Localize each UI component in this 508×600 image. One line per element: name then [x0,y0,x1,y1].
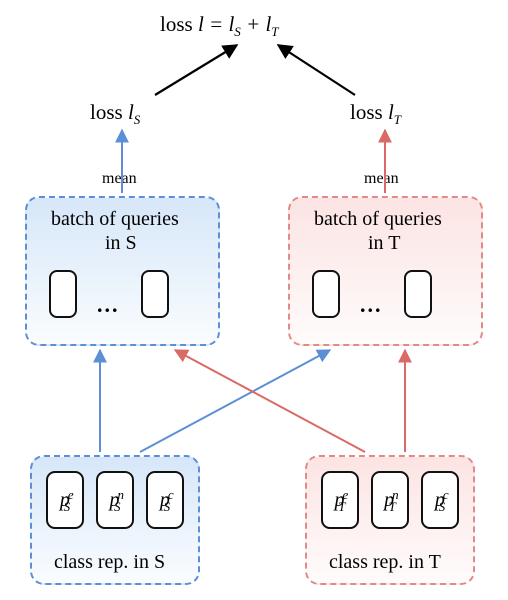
class-rep-box-t: peT pnT pcS class rep. in T [305,455,475,585]
query-item [49,270,77,318]
queries-t-line1: batch of queries [314,208,442,231]
queries-box-t: batch of queries in T ... [288,196,483,346]
ellipsis-s: ... [97,292,120,318]
p-s-n: pnS [96,471,134,529]
loss-sub-t: T [271,24,278,39]
class-rep-label-s: class rep. in S [54,551,165,574]
query-item [312,270,340,318]
p-t-n: pnT [371,471,409,529]
loss-s-word: loss [90,100,128,124]
total-loss: loss l = lS + lT [160,12,279,37]
loss-plus: + l [241,12,272,36]
p-s-c: pcS [146,471,184,529]
loss-eq: l = l [198,12,234,36]
ellipsis-t: ... [360,292,383,318]
loss-s: loss lS [90,100,140,125]
class-rep-box-s: peS pnS pcS class rep. in S [30,455,200,585]
class-rep-label-t: class rep. in T [329,551,441,574]
mean-label-left: mean [102,170,137,188]
query-item [141,270,169,318]
loss-s-sub: S [134,112,141,127]
loss-t-var: l [388,100,394,124]
queries-s-line1: batch of queries [51,208,179,231]
p-t-e: peT [321,471,359,529]
loss-sub-s: S [234,24,241,39]
p-s-e: peS [46,471,84,529]
queries-box-s: batch of queries in S ... [25,196,220,346]
mean-label-right: mean [364,170,399,188]
loss-word: loss [160,12,198,36]
loss-t-word: loss [350,100,388,124]
loss-t-sub: T [394,112,401,127]
queries-t-line2: in T [368,232,400,255]
loss-s-var: l [128,100,134,124]
diagram: loss l = lS + lT loss lS loss lT mean me… [0,0,508,600]
p-t-c: pcS [421,471,459,529]
queries-s-line2: in S [105,232,137,255]
loss-t: loss lT [350,100,401,125]
query-item [404,270,432,318]
